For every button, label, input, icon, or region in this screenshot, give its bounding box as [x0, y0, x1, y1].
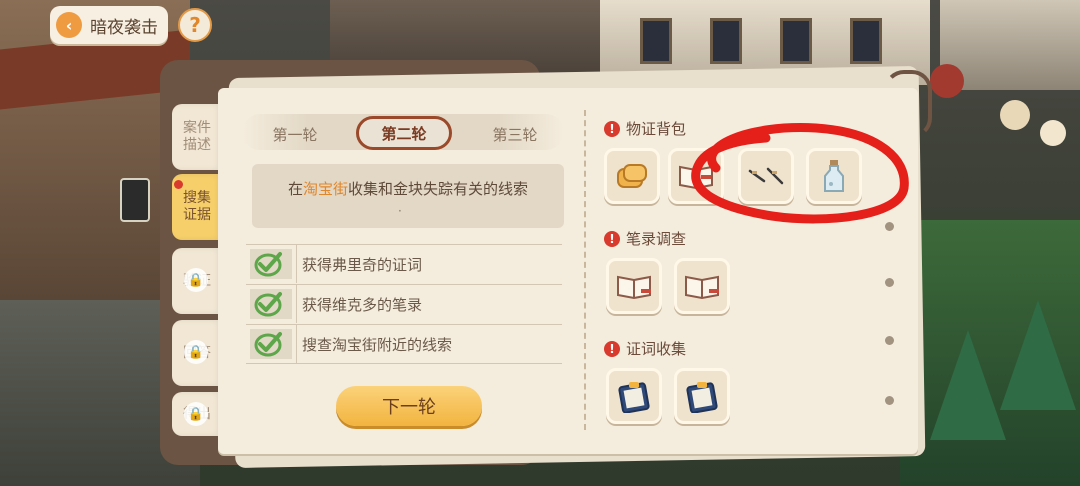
mission-suffix: 收集和金块失踪有关的线索 [348, 180, 529, 198]
evidence-notebook[interactable] [606, 258, 662, 314]
task-text: 获得维克多的笔录 [302, 296, 423, 314]
section-physical-evidence: ! 物证背包 [604, 118, 686, 139]
evidence-clipboard[interactable] [674, 368, 730, 424]
evidence-notebook[interactable] [674, 258, 730, 314]
evidence-clipboard[interactable] [606, 368, 662, 424]
section-notes: ! 笔录调查 [604, 228, 686, 249]
chevron-left-icon: ‹ [56, 12, 82, 38]
check-circle-icon [254, 292, 282, 317]
binder-hole [885, 396, 894, 405]
binder-ring-icon [884, 70, 932, 138]
lock-icon: 🔒 [184, 340, 208, 364]
lock-icon: 🔒 [184, 402, 208, 426]
section-title: 物证背包 [626, 120, 687, 138]
binder-hole [885, 222, 894, 231]
side-tab-answer[interactable]: 回答 🔒 [172, 320, 222, 386]
mission-dot: · [398, 204, 402, 218]
side-tab-label: 搜集证据 [183, 190, 211, 223]
bread-icon [617, 164, 647, 188]
binder-hole [885, 336, 894, 345]
clipboard-icon [618, 382, 650, 413]
mailbox [120, 178, 150, 222]
mission-description: 在淘宝街收集和金块失踪有关的线索 · [252, 164, 564, 228]
side-tab-verify[interactable]: 验证 🔒 [172, 248, 222, 314]
tab-round-1[interactable]: 第一轮 [262, 120, 328, 148]
tree [1000, 300, 1076, 410]
mission-location: 淘宝街 [302, 180, 348, 198]
side-tab-case-description[interactable]: 案件描述 [172, 104, 222, 170]
binder-hole [885, 278, 894, 287]
bottle-icon [824, 160, 844, 192]
side-tab-label: 案件描述 [183, 120, 211, 153]
check-circle-icon [254, 252, 282, 277]
tweezers-icon [748, 167, 784, 185]
help-button[interactable]: ? [178, 8, 212, 42]
back-button[interactable]: ‹ 暗夜袭击 [50, 6, 168, 44]
tab-round-2[interactable]: 第二轮 [356, 116, 452, 150]
section-title: 证词收集 [626, 340, 687, 358]
page-divider [584, 110, 586, 430]
alert-icon: ! [604, 230, 620, 247]
evidence-bottle[interactable] [806, 148, 862, 204]
npc-character[interactable] [1000, 100, 1030, 130]
npc-character[interactable] [930, 64, 964, 98]
evidence-bread[interactable] [604, 148, 660, 204]
clipboard-icon [686, 382, 718, 413]
evidence-open-book[interactable] [668, 148, 724, 204]
tree [930, 330, 1006, 440]
section-testimony: ! 证词收集 [604, 338, 686, 359]
alert-dot-icon [174, 180, 183, 189]
lock-icon: 🔒 [184, 268, 208, 292]
evidence-tweezers[interactable] [738, 148, 794, 204]
task-text: 获得弗里奇的证词 [302, 256, 423, 274]
next-round-button[interactable]: 下一轮 [336, 386, 482, 426]
check-circle-icon [254, 332, 282, 357]
task-row: 获得弗里奇的证词 [246, 244, 562, 283]
alert-icon: ! [604, 120, 620, 137]
open-book-icon [679, 165, 713, 190]
task-text: 搜查淘宝街附近的线索 [302, 336, 453, 354]
side-tab-conclude[interactable]: 得出 🔒 [172, 392, 222, 436]
back-button-label: 暗夜袭击 [90, 17, 158, 38]
mission-prefix: 在 [287, 180, 303, 198]
alert-icon: ! [604, 340, 620, 357]
notebook-icon [617, 275, 651, 300]
section-title: 笔录调查 [626, 230, 687, 248]
task-row: 搜查淘宝街附近的线索 [246, 324, 562, 364]
task-row: 获得维克多的笔录 [246, 284, 562, 323]
tab-round-3[interactable]: 第三轮 [482, 120, 548, 148]
npc-character[interactable] [1040, 120, 1066, 146]
notebook-icon [685, 275, 719, 300]
side-tab-collect-evidence[interactable]: 搜集证据 [172, 174, 222, 240]
